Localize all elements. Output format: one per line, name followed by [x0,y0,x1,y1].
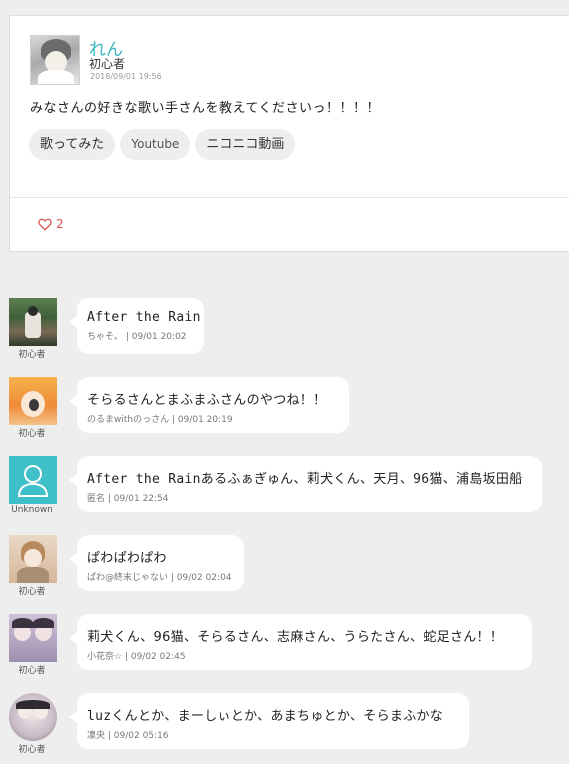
photo-avatar[interactable] [9,614,57,662]
comment-bubble: After the Rain ちゃそ。 | 09/01 20:02 [69,298,204,354]
comment-time: 09/01 22:54 [113,494,169,504]
default-user-icon[interactable] [9,456,57,504]
tag-youtube[interactable]: Youtube [120,129,191,160]
comment-bubble: After the Rainあるふぁぎゅん、莉犬くん、天月、96猫、浦島坂田船 … [69,456,542,512]
author-rank: 初心者 [89,57,126,71]
commenter-rank: 初心者 [18,429,46,439]
commenter-name[interactable]: ちゃそ。 [87,332,123,342]
tag-niconico[interactable]: ニコニコ動画 [195,129,296,160]
comment-text: After the Rain [87,310,201,325]
author-avatar[interactable] [30,35,80,85]
photo-avatar[interactable] [9,693,57,741]
post-body: みなさんの好きな歌い手さんを教えてくださいっ！！！！ [30,101,380,116]
post-date: 2018/09/01 19:56 [90,72,162,81]
commenter-name[interactable]: のるまwithのっさん [87,415,169,425]
comment-time: 09/02 05:16 [113,731,169,741]
tag-list: 歌ってみた Youtube ニコニコ動画 [29,129,296,160]
commenter-rank: 初心者 [18,745,46,755]
commenter-rank: 初心者 [18,350,46,360]
comment-bubble: そらるさんとまふまふさんのやつね！！ のるまwithのっさん | 09/01 2… [69,377,349,433]
commenter-name[interactable]: 凜央 [87,731,105,741]
post-card: れん 初心者 2018/09/01 19:56 みなさんの好きな歌い手さんを教え… [9,15,569,252]
commenter-name[interactable]: 匿名 [87,494,105,504]
like-button[interactable]: 2 [38,217,64,231]
commenter-name[interactable]: ぱわ@終末じゃない [87,573,168,583]
comment-text: 莉犬くん、96猫、そらるさん、志麻さん、うらたさん、蛇足さん！！ [87,630,504,645]
comment-bubble: ぱわぱわぱわ ぱわ@終末じゃない | 09/02 02:04 [69,535,244,591]
photo-avatar[interactable] [9,298,57,346]
anime-avatar[interactable] [9,377,57,425]
comment-meta: ちゃそ。 | 09/01 20:02 [87,332,187,342]
commenter-rank: 初心者 [18,587,46,597]
comment-time: 09/01 20:02 [131,332,187,342]
commenter-name[interactable]: 小花奈☆ [87,652,122,662]
comment-time: 09/01 20:19 [177,415,233,425]
comment-bubble: 莉犬くん、96猫、そらるさん、志麻さん、うらたさん、蛇足さん！！ 小花奈☆ | … [69,614,532,670]
commenter-rank: Unknown [11,505,53,515]
comment-meta: 匿名 | 09/01 22:54 [87,494,169,504]
comment-text: After the Rainあるふぁぎゅん、莉犬くん、天月、96猫、浦島坂田船 [87,472,523,487]
illustration-avatar[interactable] [9,535,57,583]
comment-meta: のるまwithのっさん | 09/01 20:19 [87,415,233,425]
tag-utattemita[interactable]: 歌ってみた [29,129,116,160]
comment-text: ぱわぱわぱわ [87,551,167,566]
comment-meta: ぱわ@終末じゃない | 09/02 02:04 [87,573,232,583]
comment-bubble: luzくんとか、まーしぃとか、あまちゅとか、そらまふかな 凜央 | 09/02 … [69,693,469,749]
comment-meta: 小花奈☆ | 09/02 02:45 [87,652,186,662]
comment-meta: 凜央 | 09/02 05:16 [87,731,169,741]
post-divider [10,197,569,198]
comment-text: そらるさんとまふまふさんのやつね！！ [87,393,327,408]
heart-icon [38,218,52,230]
commenter-rank: 初心者 [18,666,46,676]
comment-text: luzくんとか、まーしぃとか、あまちゅとか、そらまふかな [87,709,444,724]
like-count: 2 [56,217,64,231]
comment-time: 09/02 02:45 [130,652,186,662]
comment-time: 09/02 02:04 [176,573,232,583]
